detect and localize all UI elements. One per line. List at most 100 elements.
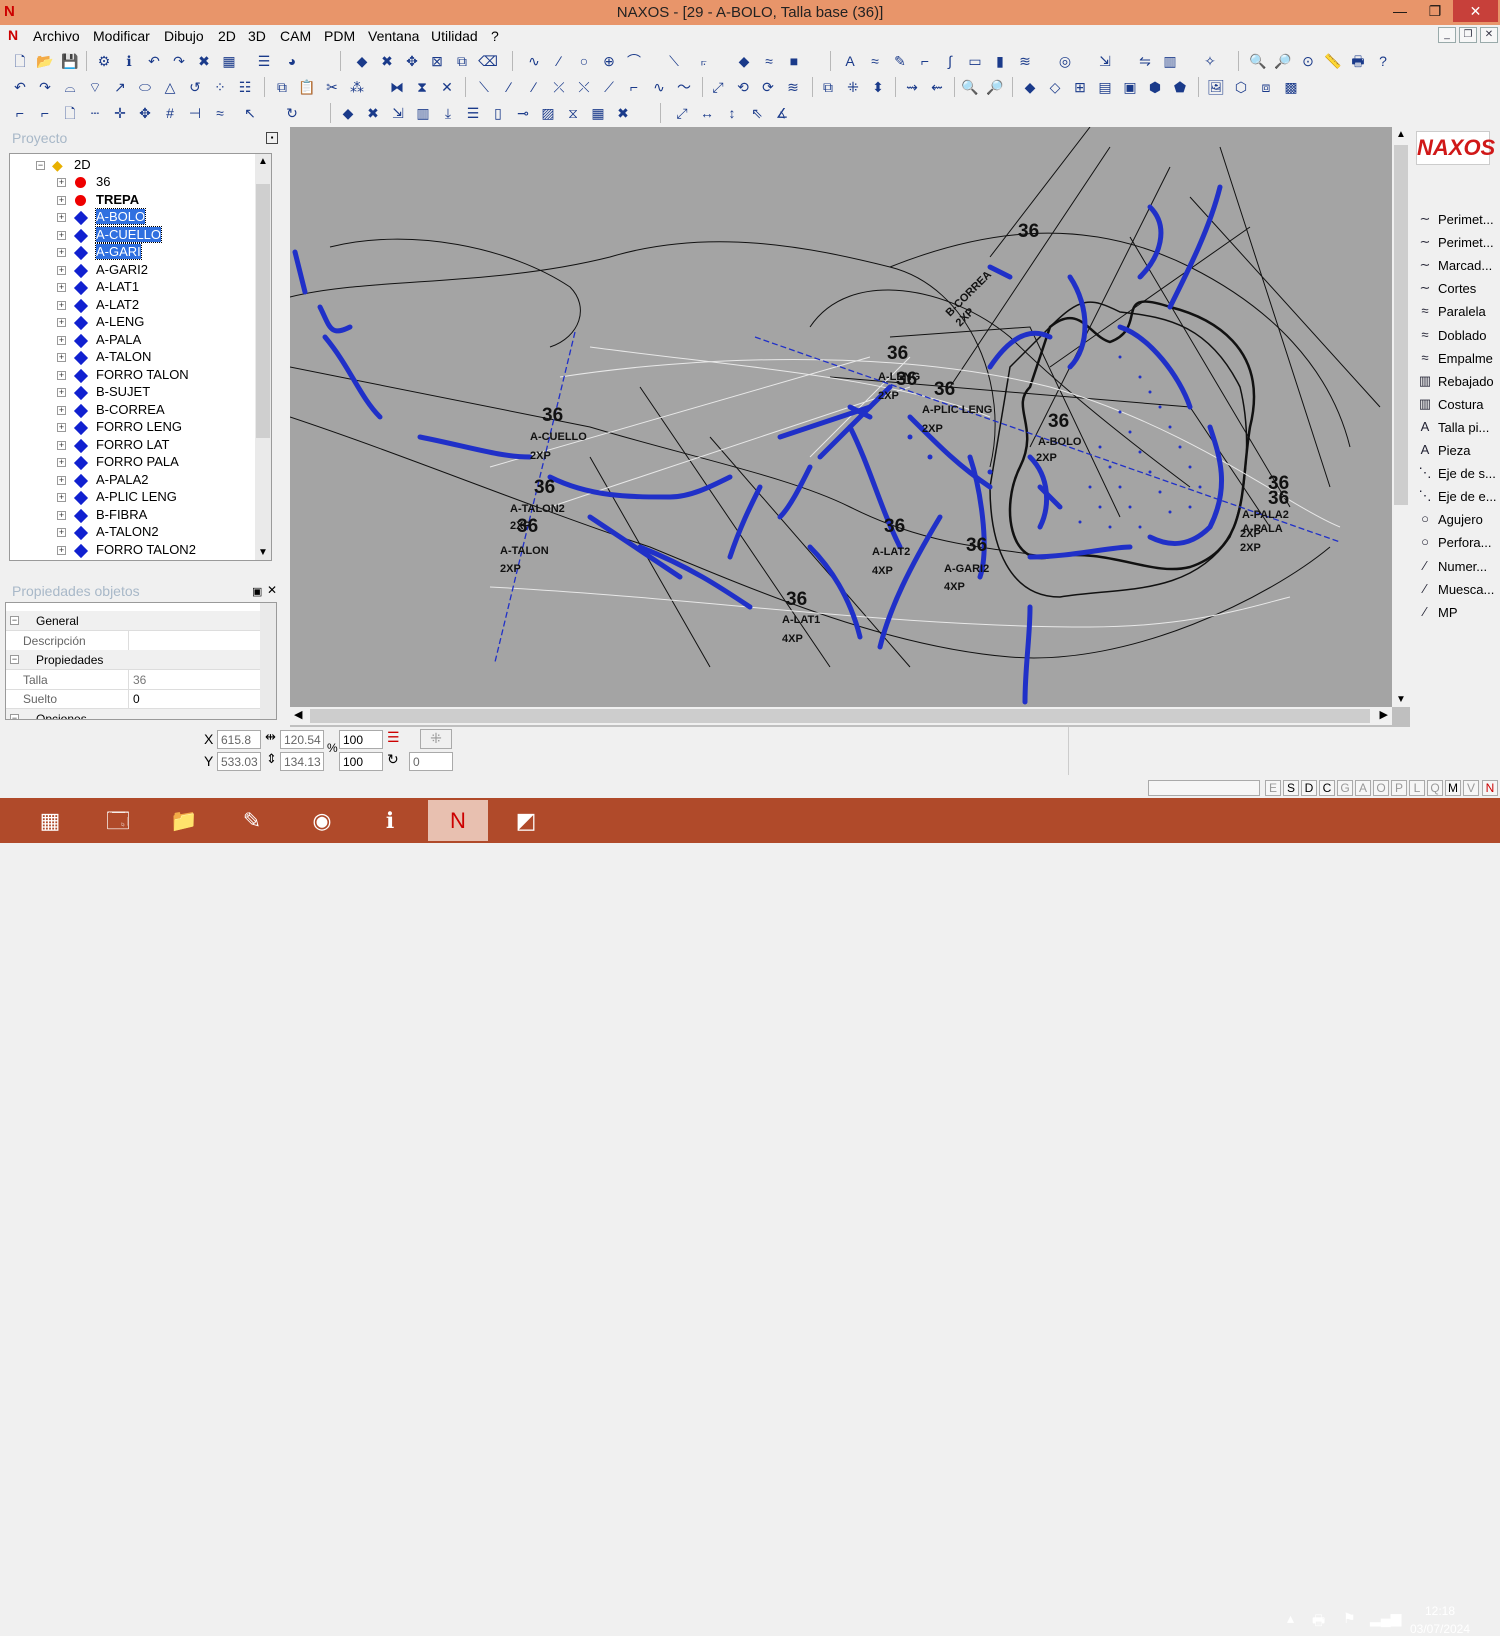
x-coordinate-field[interactable]: 615.8 (217, 730, 261, 749)
grid-icon[interactable]: ⁜ (420, 729, 452, 749)
measure-diag-icon[interactable]: ⤢ (672, 103, 692, 123)
props-scrollbar[interactable] (260, 603, 276, 719)
hook-tool-icon[interactable]: ↗ (110, 77, 130, 97)
duplicate-icon[interactable]: ⧉ (818, 77, 838, 97)
tree-item[interactable]: + B-SUJET (10, 384, 250, 401)
corner-tool-icon[interactable]: ⌐ (10, 103, 30, 123)
size-label[interactable]: 36 (896, 369, 917, 390)
expand-icon[interactable]: + (57, 545, 66, 555)
piece-label[interactable]: 2XP (500, 563, 521, 575)
tree-item[interactable]: + FORRO PALA (10, 454, 250, 471)
page-icon[interactable]: 🗋 (60, 103, 80, 123)
multi-select-icon[interactable]: ⁂ (347, 77, 367, 97)
collapse-icon[interactable]: − (10, 713, 19, 719)
redo-icon[interactable]: ↷ (169, 51, 189, 71)
arrows-vertical-icon[interactable]: ⬍ (868, 77, 888, 97)
minimize-button[interactable]: — (1383, 0, 1417, 22)
angle-icon[interactable]: ∡ (772, 103, 792, 123)
property-row[interactable]: Descripción (6, 630, 260, 651)
copy-piece-icon[interactable]: ⧉ (452, 51, 472, 71)
cross-tool-icon[interactable]: ✛ (110, 103, 130, 123)
expand-icon[interactable]: + (57, 300, 66, 310)
properties-grid[interactable]: − General Descripción − Propiedades Talla 36 Su… (5, 602, 277, 720)
triangle-icon[interactable]: △ (160, 77, 180, 97)
line-tool-d-icon[interactable]: ⤫ (549, 77, 569, 97)
piece-label[interactable]: 4XP (872, 565, 893, 577)
cube-icon[interactable]: ⬡ (1231, 77, 1251, 97)
bucket-icon[interactable]: ▮ (990, 51, 1010, 71)
smooth-tool-icon[interactable]: ≈ (210, 103, 230, 123)
tree-item[interactable]: + A-PALA2 (10, 472, 250, 489)
folder-icon[interactable]: 📁 (154, 800, 214, 841)
delta-y-field[interactable]: 134.13 (280, 752, 324, 771)
menu-3d[interactable]: 3D (248, 28, 266, 44)
close-button[interactable]: ✕ (1453, 0, 1498, 22)
piece-label[interactable]: A-PLIC LENG (922, 404, 992, 416)
undo-icon[interactable]: ↶ (144, 51, 164, 71)
tree-root-2d[interactable]: − ◆ 2D (10, 157, 250, 174)
expand-icon[interactable]: + (57, 440, 66, 450)
calculator-icon[interactable]: ▦ (20, 800, 80, 841)
canvas-horizontal-scrollbar[interactable]: ◀ ▶ (290, 707, 1392, 725)
clock-time[interactable]: 12:18 (1410, 1604, 1470, 1618)
tool-item[interactable]: ○ Perfora... (1416, 532, 1500, 554)
property-row[interactable]: Suelto 0 (6, 689, 260, 709)
layer-toggle-l[interactable]: L (1409, 780, 1425, 796)
move-tool-icon[interactable]: ✥ (135, 103, 155, 123)
tool-item[interactable]: ⋱ Eje de e... (1416, 486, 1500, 508)
layer-toggle-m[interactable]: M (1445, 780, 1461, 796)
move-piece-icon[interactable]: ✥ (402, 51, 422, 71)
expand-icon[interactable]: + (57, 265, 66, 275)
piece-link-icon[interactable]: ◆ (338, 103, 358, 123)
layer-toggle-q[interactable]: Q (1427, 780, 1443, 796)
menu-cam[interactable]: CAM (280, 28, 311, 44)
spline-icon[interactable]: ≈ (865, 51, 885, 71)
clear-icon[interactable]: ✖ (613, 103, 633, 123)
properties-icon[interactable]: ▦ (219, 51, 239, 71)
piece-label[interactable]: A-GARI2 (944, 563, 989, 575)
size-label[interactable]: 36 (534, 477, 555, 498)
align-icon[interactable]: ⊞ (1070, 77, 1090, 97)
eraser-icon[interactable]: ⌫ (478, 51, 498, 71)
marker-icon[interactable]: ◆ (1020, 77, 1040, 97)
menu-help[interactable]: ? (491, 28, 499, 44)
notch-tool-icon[interactable]: ⌓ (60, 77, 80, 97)
size-label[interactable]: 36 (517, 516, 538, 537)
tree-item[interactable]: + FORRO LAT (10, 437, 250, 454)
piece-label[interactable]: A-LAT1 (782, 614, 820, 626)
loop-icon[interactable]: ↺ (185, 77, 205, 97)
knife-icon[interactable]: ⤢ (708, 77, 728, 97)
dashed-line-icon[interactable]: ┄ (85, 103, 105, 123)
expand-icon[interactable]: + (57, 318, 66, 327)
help-icon[interactable]: ? (1373, 51, 1393, 71)
zoom-out-icon[interactable]: 🔎 (1273, 51, 1293, 71)
piece-label[interactable]: 2XP (1240, 542, 1261, 554)
expand-icon[interactable]: + (57, 353, 66, 362)
search-plus-icon[interactable]: 🔎 (985, 77, 1005, 97)
vector-app-icon[interactable]: ✎ (222, 800, 282, 841)
clock-date[interactable]: 03/07/2024 (1400, 1622, 1480, 1636)
size-label[interactable]: 36 (1048, 411, 1069, 432)
line-tool-h-icon[interactable]: ∿ (649, 77, 669, 97)
rotate-right-icon[interactable]: ⟳ (758, 77, 778, 97)
layer-toggle-s[interactable]: S (1283, 780, 1299, 796)
rectangle-icon[interactable]: ▭ (965, 51, 985, 71)
text-icon[interactable]: A (840, 51, 860, 71)
zoom-window-icon[interactable]: 🔍 (1248, 51, 1268, 71)
tool-item[interactable]: A Talla pi... (1416, 417, 1500, 439)
hook-icon[interactable]: ⌐ (915, 51, 935, 71)
expand-icon[interactable]: + (57, 528, 66, 537)
line-icon[interactable]: ∕ (549, 51, 569, 71)
size-label[interactable]: 36 (542, 405, 563, 426)
stamp-icon[interactable]: ⬢ (1145, 77, 1165, 97)
scale-x-field[interactable]: 100 (339, 730, 383, 749)
delete-icon[interactable]: ✖ (194, 51, 214, 71)
printer-tray-icon[interactable]: 🖶 (1312, 1610, 1325, 1634)
explode-icon[interactable]: ⁜ (843, 77, 863, 97)
fill-icon[interactable]: ■ (784, 51, 804, 71)
piece-label[interactable]: 2XP (878, 390, 899, 402)
arc-icon[interactable]: ⌒ (624, 51, 644, 71)
mdi-minimize-button[interactable]: _ (1438, 27, 1456, 43)
diamond-icon[interactable]: ◆ (734, 51, 754, 71)
paste-icon[interactable]: 📋 (297, 77, 317, 97)
